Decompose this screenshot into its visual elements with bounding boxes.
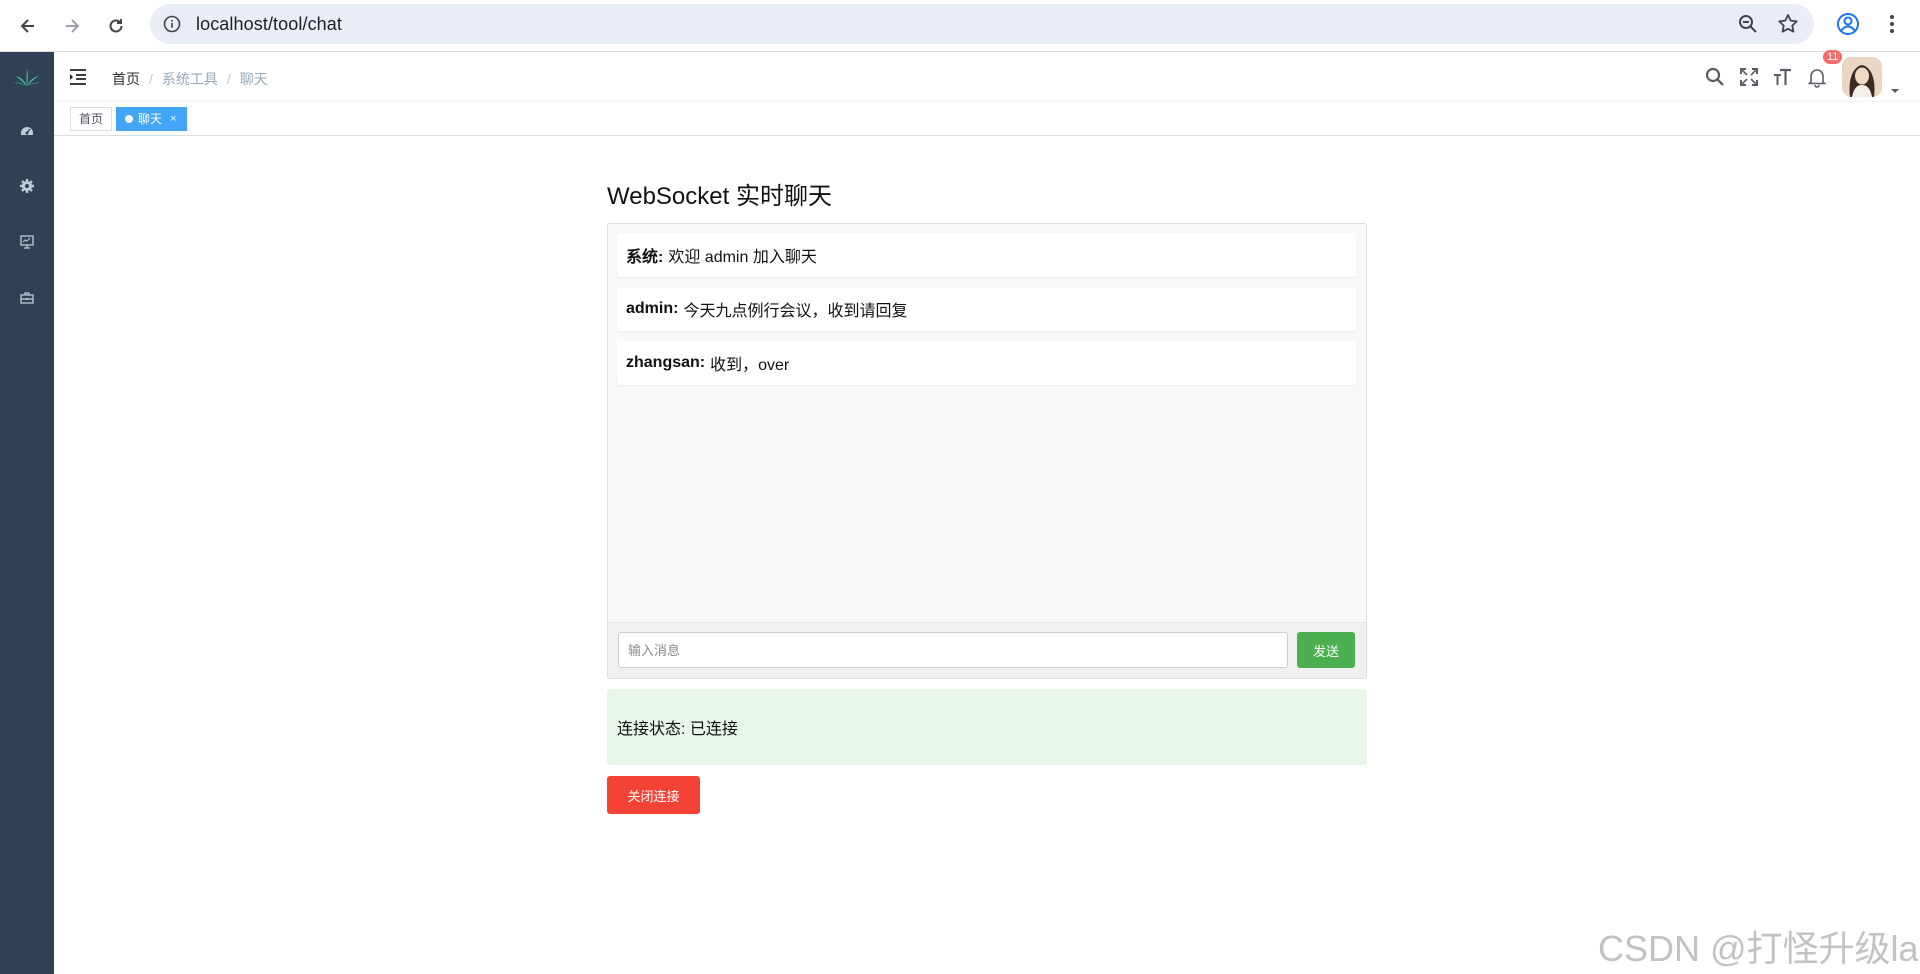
reload-icon[interactable] bbox=[100, 10, 132, 42]
close-connection-button[interactable]: 关闭连接 bbox=[607, 776, 700, 814]
sidebar-item-tools[interactable] bbox=[0, 280, 54, 320]
zoom-icon[interactable] bbox=[1736, 12, 1760, 36]
browser-toolbar: localhost/tool/chat bbox=[0, 0, 1920, 52]
main-content: WebSocket 实时聊天 系统: 欢迎 admin 加入聊天 admin: … bbox=[54, 136, 1920, 974]
message-list[interactable]: 系统: 欢迎 admin 加入聊天 admin: 今天九点例行会议，收到请回复 … bbox=[617, 233, 1357, 395]
back-icon[interactable] bbox=[12, 10, 44, 42]
bell-icon[interactable] bbox=[1806, 66, 1828, 88]
message-sender: zhangsan: bbox=[626, 354, 706, 371]
settings-gear-icon bbox=[19, 178, 35, 199]
monitor-icon bbox=[19, 234, 35, 255]
connection-status: 连接状态: 已连接 bbox=[607, 689, 1367, 765]
breadcrumb-chat: 聊天 bbox=[239, 71, 268, 87]
list-item: zhangsan: 收到，over bbox=[617, 341, 1357, 385]
star-icon[interactable] bbox=[1776, 12, 1800, 36]
address-bar[interactable]: localhost/tool/chat bbox=[150, 4, 1814, 44]
breadcrumb-separator: / bbox=[149, 71, 153, 87]
breadcrumb: 首页 / 系统工具 / 聊天 bbox=[112, 69, 268, 89]
dashboard-icon bbox=[19, 122, 35, 143]
close-icon[interactable]: × bbox=[170, 108, 176, 130]
message-input[interactable] bbox=[618, 632, 1288, 668]
breadcrumb-home[interactable]: 首页 bbox=[112, 69, 140, 89]
list-item: 系统: 欢迎 admin 加入聊天 bbox=[617, 233, 1357, 277]
top-navbar: 首页 / 系统工具 / 聊天 11 bbox=[54, 49, 1920, 102]
logo-icon[interactable] bbox=[12, 66, 42, 90]
site-info-icon[interactable] bbox=[160, 12, 184, 36]
active-dot-icon bbox=[125, 115, 133, 123]
tags-view: 首页 聊天 × bbox=[54, 102, 1920, 136]
sidebar-item-dashboard[interactable] bbox=[0, 112, 54, 152]
send-button[interactable]: 发送 bbox=[1297, 632, 1355, 668]
chevron-down-icon[interactable] bbox=[1890, 82, 1900, 93]
message-text: 今天九点例行会议，收到请回复 bbox=[683, 303, 908, 320]
sidebar-item-monitor[interactable] bbox=[0, 224, 54, 264]
chat-window: 系统: 欢迎 admin 加入聊天 admin: 今天九点例行会议，收到请回复 … bbox=[607, 223, 1367, 679]
tag-home[interactable]: 首页 bbox=[70, 107, 113, 131]
message-text: 收到，over bbox=[710, 357, 790, 374]
message-text: 欢迎 admin 加入聊天 bbox=[668, 249, 817, 266]
sidebar-item-settings[interactable] bbox=[0, 168, 54, 208]
forward-icon[interactable] bbox=[56, 10, 88, 42]
page-title: WebSocket 实时聊天 bbox=[607, 183, 832, 210]
profile-icon[interactable] bbox=[1834, 10, 1862, 38]
fullscreen-icon[interactable] bbox=[1738, 66, 1760, 88]
watermark: CSDN @打怪升级la bbox=[1598, 928, 1919, 969]
tag-chat[interactable]: 聊天 × bbox=[116, 107, 188, 131]
list-item: admin: 今天九点例行会议，收到请回复 bbox=[617, 287, 1357, 331]
search-icon[interactable] bbox=[1704, 66, 1726, 88]
sidebar bbox=[0, 52, 54, 974]
notification-badge: 11 bbox=[1822, 49, 1844, 65]
tag-chat-label: 聊天 bbox=[138, 112, 163, 126]
message-sender: 系统: bbox=[626, 249, 664, 266]
url-text[interactable]: localhost/tool/chat bbox=[196, 14, 342, 35]
more-icon[interactable] bbox=[1878, 10, 1906, 38]
font-size-icon[interactable] bbox=[1772, 66, 1794, 88]
toolbox-icon bbox=[19, 290, 35, 311]
breadcrumb-system-tools: 系统工具 bbox=[161, 71, 218, 87]
breadcrumb-separator: / bbox=[226, 71, 231, 87]
message-sender: admin: bbox=[626, 300, 679, 317]
message-input-row: 发送 bbox=[608, 622, 1366, 678]
hamburger-icon[interactable] bbox=[68, 67, 88, 87]
avatar[interactable] bbox=[1842, 57, 1882, 97]
